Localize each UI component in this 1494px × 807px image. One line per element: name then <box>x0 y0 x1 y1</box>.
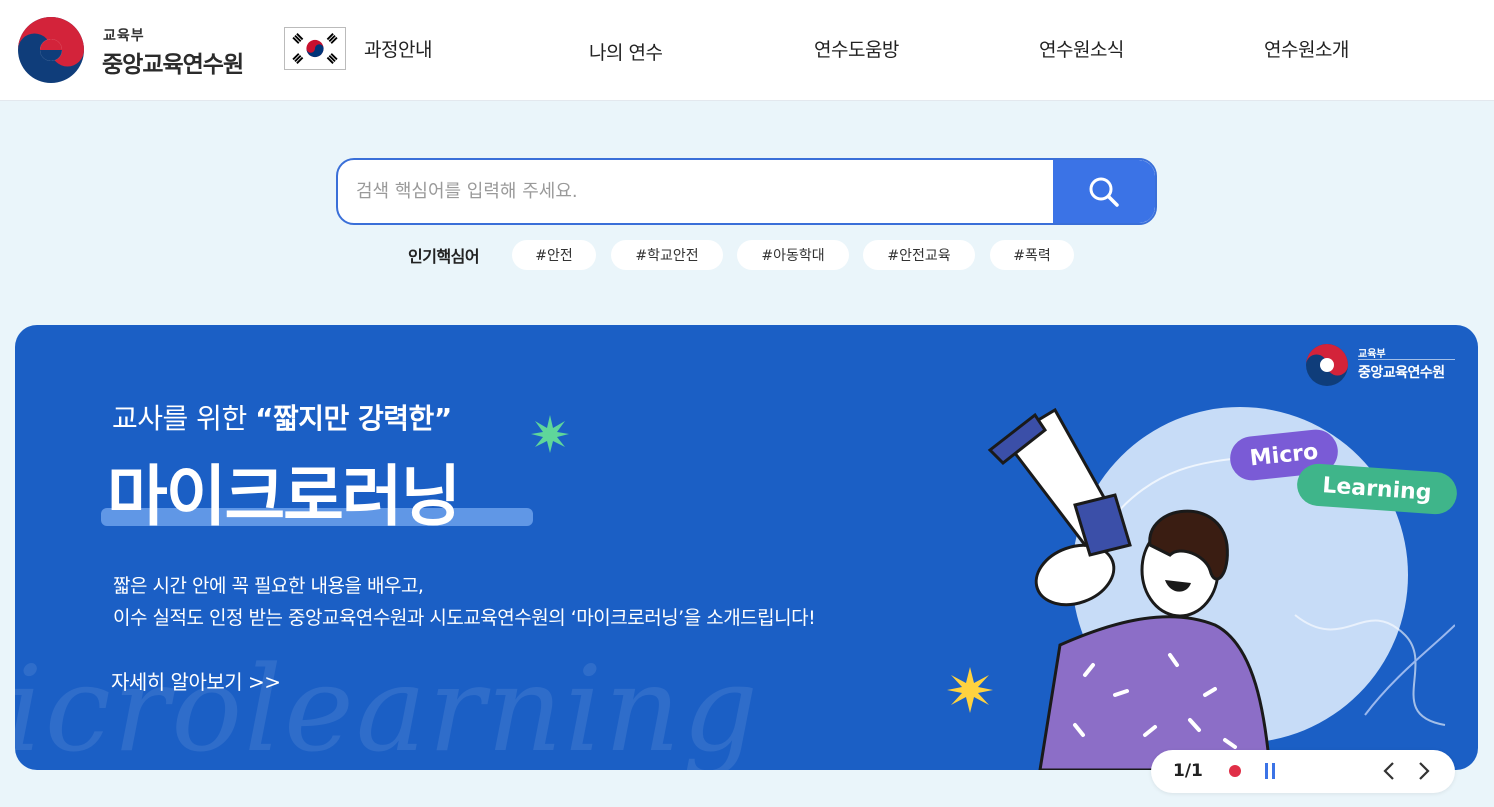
korea-flag-icon[interactable] <box>284 27 346 70</box>
banner-desc-line: 짧은 시간 안에 꼭 필요한 내용을 배우고, <box>113 575 424 597</box>
pause-icon[interactable] <box>1263 762 1277 780</box>
nav-help[interactable]: 연수도움방 <box>814 35 899 62</box>
banner-org-name: 중앙교육연수원 <box>1358 365 1445 381</box>
ministry-label: 교육부 <box>103 28 145 44</box>
main-banner[interactable]: icrolearning 교사를 위한 “짧지만 강력한” 마이크로러닝 짧은 … <box>15 325 1478 770</box>
keyword-tag[interactable]: #학교안전 <box>611 240 723 270</box>
slider-controls: 1/1 <box>1151 750 1455 793</box>
government-emblem-icon[interactable] <box>16 16 86 84</box>
slide-indicator-dot[interactable] <box>1229 765 1241 777</box>
popular-keywords-label: 인기핵심어 <box>408 247 480 266</box>
search-bar <box>336 158 1157 225</box>
banner-watermark-text: icrolearning <box>15 640 760 770</box>
chevron-left-icon[interactable] <box>1378 759 1402 783</box>
keyword-tag[interactable]: #폭력 <box>990 240 1074 270</box>
search-input[interactable] <box>356 160 1046 223</box>
keyword-tag[interactable]: #안전 <box>512 240 596 270</box>
learn-more-link[interactable]: 자세히 알아보기 >> <box>111 666 281 695</box>
banner-description: 짧은 시간 안에 꼭 필요한 내용을 배우고, 이수 실적도 인정 받는 중앙교… <box>113 570 816 634</box>
sparkle-icon <box>947 667 993 713</box>
megaphone-illustration <box>987 407 1455 770</box>
government-emblem-icon <box>1306 344 1348 386</box>
nav-course-info[interactable]: 과정안내 <box>364 35 432 62</box>
nav-news[interactable]: 연수원소식 <box>1039 35 1124 62</box>
search-button[interactable] <box>1053 160 1155 223</box>
sparkle-icon <box>531 415 569 453</box>
keyword-tag[interactable]: #안전교육 <box>863 240 975 270</box>
banner-title: 마이크로러닝 <box>107 458 461 535</box>
nav-about[interactable]: 연수원소개 <box>1264 35 1349 62</box>
banner-ministry-label: 교육부 <box>1358 349 1386 360</box>
keyword-tag[interactable]: #아동학대 <box>737 240 849 270</box>
site-header: 교육부 중앙교육연수원 과정안내 나의 연수 연수도움방 연수원소식 연수원소개 <box>0 0 1494 101</box>
search-icon <box>1089 177 1119 207</box>
nav-my-training[interactable]: 나의 연수 <box>589 38 663 65</box>
banner-desc-line: 이수 실적도 인정 받는 중앙교육연수원과 시도교육연수원의 ‘마이크로러닝’을… <box>113 607 816 629</box>
divider <box>1358 359 1455 360</box>
slide-counter: 1/1 <box>1173 761 1203 781</box>
site-title[interactable]: 중앙교육연수원 <box>102 45 244 79</box>
chevron-right-icon[interactable] <box>1411 759 1435 783</box>
banner-subtitle: 교사를 위한 “짧지만 강력한” <box>112 402 452 435</box>
